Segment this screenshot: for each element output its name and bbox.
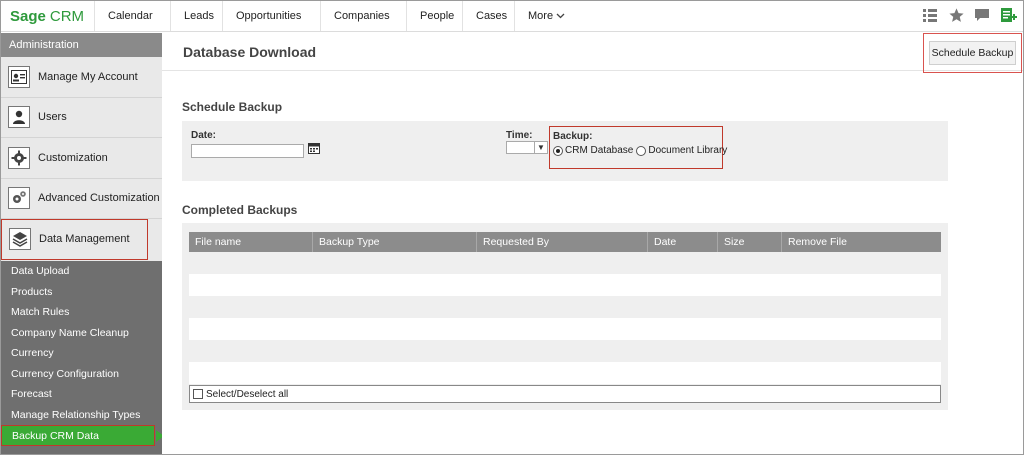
radio-crm-database[interactable] [553, 145, 563, 156]
schedule-backup-section-title: Schedule Backup [182, 100, 283, 114]
nav-opportunities[interactable]: Opportunities [223, 1, 321, 31]
new-record-icon[interactable] [999, 6, 1017, 24]
top-navigation: Sage CRM Calendar Leads Opportunities Co… [1, 1, 1023, 32]
table-row [189, 252, 941, 274]
backup-type-group: Backup: CRM Database Document Library [549, 126, 727, 169]
sidebar-item-manage-my-account[interactable]: Manage My Account [1, 57, 162, 98]
list-view-icon[interactable] [921, 6, 939, 24]
completed-backups-table: File name Backup Type Requested By Date … [182, 223, 948, 410]
sidebar-item-customization[interactable]: Customization [1, 138, 162, 179]
layers-icon [9, 228, 31, 251]
admin-sidebar: Administration Manage My Account Users C… [1, 33, 164, 454]
sidebar-item-users[interactable]: Users [1, 98, 162, 138]
table-row [189, 274, 941, 296]
chevron-down-icon: ▼ [534, 142, 547, 153]
sidebar-item-label: Data Management [39, 233, 130, 246]
column-remove-file[interactable]: Remove File [782, 232, 941, 252]
column-requested-by[interactable]: Requested By [477, 232, 648, 252]
sidebar-item-label: Manage My Account [38, 70, 138, 83]
nav-leads[interactable]: Leads [171, 1, 223, 31]
table-row [189, 318, 941, 340]
radio-document-library[interactable] [636, 145, 647, 156]
top-icons [921, 6, 1017, 24]
time-select[interactable]: ▼ [506, 141, 548, 154]
submenu-backup-crm-data[interactable]: Backup CRM Data [1, 425, 164, 446]
gears-icon [8, 187, 30, 210]
submenu-products[interactable]: Products [1, 282, 162, 303]
nav-calendar[interactable]: Calendar [95, 1, 171, 31]
schedule-backup-highlight: Schedule Backup [923, 33, 1022, 73]
app-window: Sage CRM Calendar Leads Opportunities Co… [0, 0, 1024, 455]
column-date[interactable]: Date [648, 232, 718, 252]
column-size[interactable]: Size [718, 232, 782, 252]
submenu-currency[interactable]: Currency [1, 343, 162, 364]
data-management-submenu: Data Upload Products Match Rules Company… [1, 261, 164, 454]
sidebar-item-advanced-customization[interactable]: Advanced Customization [1, 179, 162, 219]
submenu-manage-relationship-types[interactable]: Manage Relationship Types [1, 405, 162, 426]
schedule-backup-form: Date: Time: ▼ Backup: CRM Database Docum… [182, 121, 948, 181]
sage-crm-logo[interactable]: Sage CRM [1, 1, 95, 31]
select-all-label: Select/Deselect all [206, 388, 289, 400]
column-file-name[interactable]: File name [189, 232, 313, 252]
comment-icon[interactable] [973, 6, 991, 24]
table-row [189, 296, 941, 318]
table-body [189, 252, 941, 384]
select-all-bar: Select/Deselect all [189, 385, 941, 403]
date-label: Date: [191, 130, 217, 141]
backup-options: CRM Database Document Library [553, 145, 727, 156]
main-content: Database Download Schedule Backup Schedu… [162, 33, 1023, 454]
nav-companies[interactable]: Companies [321, 1, 407, 31]
submenu-company-name-cleanup[interactable]: Company Name Cleanup [1, 323, 162, 344]
star-icon[interactable] [947, 6, 965, 24]
completed-backups-section-title: Completed Backups [182, 203, 298, 217]
submenu-match-rules[interactable]: Match Rules [1, 302, 162, 323]
column-backup-type[interactable]: Backup Type [313, 232, 477, 252]
select-all-checkbox[interactable] [193, 389, 203, 399]
sidebar-heading: Administration [1, 33, 162, 57]
submenu-data-upload[interactable]: Data Upload [1, 261, 162, 282]
sidebar-item-label: Advanced Customization [38, 192, 160, 205]
nav-more[interactable]: More [515, 1, 578, 31]
sidebar-item-label: Customization [38, 151, 108, 164]
chevron-down-icon [556, 11, 565, 21]
time-label: Time: [506, 130, 533, 141]
page-title: Database Download [183, 44, 317, 60]
submenu-currency-configuration[interactable]: Currency Configuration [1, 364, 162, 385]
submenu-forecast[interactable]: Forecast [1, 384, 162, 405]
table-header: File name Backup Type Requested By Date … [189, 232, 941, 252]
date-input[interactable] [191, 144, 304, 158]
backup-label: Backup: [553, 131, 593, 142]
schedule-backup-button[interactable]: Schedule Backup [929, 41, 1016, 65]
radio-crm-database-label: CRM Database [565, 145, 634, 156]
gear-icon [8, 146, 30, 169]
nav-more-label: More [528, 10, 554, 22]
sidebar-item-data-management[interactable]: Data Management [1, 219, 148, 260]
sidebar-item-label: Users [38, 111, 67, 124]
account-card-icon [8, 65, 30, 88]
table-row [189, 340, 941, 362]
table-row [189, 362, 941, 384]
calendar-icon[interactable] [308, 142, 320, 154]
radio-document-library-label: Document Library [648, 145, 728, 156]
nav-cases[interactable]: Cases [463, 1, 515, 31]
title-divider [162, 70, 1023, 71]
nav-people[interactable]: People [407, 1, 463, 31]
user-icon [8, 106, 30, 129]
